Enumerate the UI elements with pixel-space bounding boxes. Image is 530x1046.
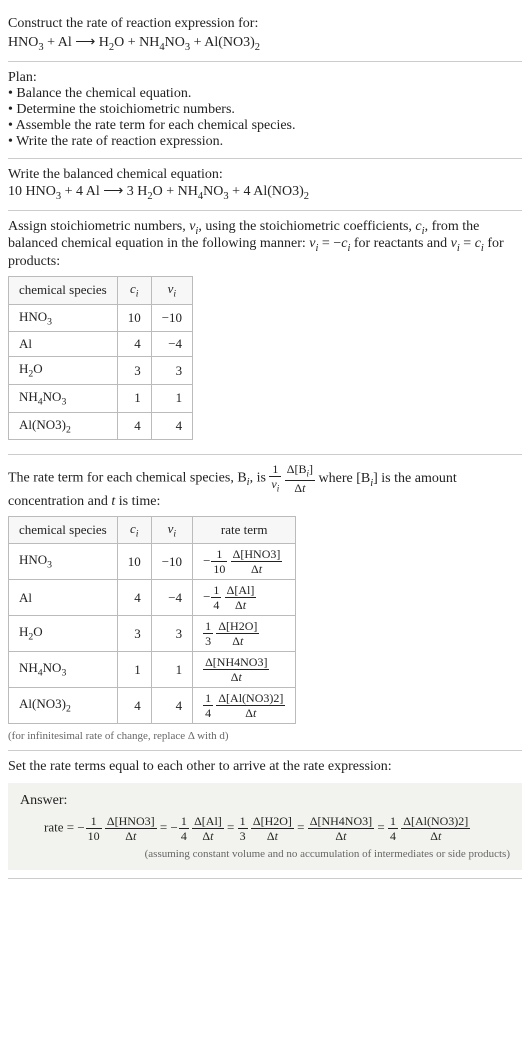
- cell-ci: 10: [117, 544, 151, 580]
- cell-vi: −10: [151, 544, 192, 580]
- stoich-body: HNO310−10Al4−4H2O33NH4NO311Al(NO3)244: [9, 304, 193, 439]
- balanced-heading: Write the balanced chemical equation:: [8, 167, 522, 183]
- dBi-dt-frac: Δ[Bi]Δt: [285, 463, 315, 493]
- cell-vi: −4: [151, 332, 192, 357]
- cell-ci: 3: [117, 357, 151, 385]
- cell-vi: 1: [151, 652, 192, 688]
- cell-ci: 1: [117, 384, 151, 412]
- answer-label: Answer:: [20, 793, 510, 809]
- table-row: HNO310−10−110 Δ[HNO3]Δt: [9, 544, 296, 580]
- cell-ci: 4: [117, 332, 151, 357]
- one-over-nu-frac: 1νi: [269, 463, 281, 493]
- cell-vi: 3: [151, 357, 192, 385]
- table-row: Al(NO3)24414 Δ[Al(NO3)2]Δt: [9, 688, 296, 724]
- plan-item: • Balance the chemical equation.: [8, 86, 522, 102]
- cell-species: H2O: [9, 616, 118, 652]
- cell-rateterm: 13 Δ[H2O]Δt: [193, 616, 296, 652]
- cell-vi: 1: [151, 384, 192, 412]
- cell-species: Al(NO3)2: [9, 688, 118, 724]
- cell-species: Al: [9, 580, 118, 616]
- balanced-section: Write the balanced chemical equation: 10…: [8, 159, 522, 211]
- cell-vi: 4: [151, 412, 192, 440]
- col-vi: νi: [151, 277, 192, 305]
- table-row: Al4−4: [9, 332, 193, 357]
- table-row: NH4NO311: [9, 384, 193, 412]
- col-rateterm: rate term: [193, 516, 296, 544]
- table-row: H2O33: [9, 357, 193, 385]
- table-row: NH4NO311Δ[NH4NO3]Δt: [9, 652, 296, 688]
- col-ci: ci: [117, 277, 151, 305]
- cell-ci: 10: [117, 304, 151, 332]
- table-row: Al4−4−14 Δ[Al]Δt: [9, 580, 296, 616]
- cell-species: NH4NO3: [9, 384, 118, 412]
- cell-species: HNO3: [9, 304, 118, 332]
- col-ci: ci: [117, 516, 151, 544]
- cell-rateterm: −14 Δ[Al]Δt: [193, 580, 296, 616]
- intro-equation: HNO3 + Al ⟶ H2O + NH4NO3 + Al(NO3)2: [8, 34, 522, 53]
- rateterm-intro-pre: The rate term for each chemical species,…: [8, 471, 247, 486]
- cell-rateterm: Δ[NH4NO3]Δt: [193, 652, 296, 688]
- stoich-table: chemical species ci νi HNO310−10Al4−4H2O…: [8, 276, 193, 440]
- plan-section: Plan: • Balance the chemical equation. •…: [8, 62, 522, 159]
- cell-species: Al: [9, 332, 118, 357]
- cell-vi: −10: [151, 304, 192, 332]
- cell-ci: 4: [117, 412, 151, 440]
- answer-box: Answer: rate = −110 Δ[HNO3]Δt = −14 Δ[Al…: [8, 783, 522, 870]
- rateterm-note: (for infinitesimal rate of change, repla…: [8, 730, 522, 742]
- col-vi: νi: [151, 516, 192, 544]
- table-header-row: chemical species ci νi rate term: [9, 516, 296, 544]
- rate-expression: rate = −110 Δ[HNO3]Δt = −14 Δ[Al]Δt = 13…: [20, 815, 510, 842]
- cell-species: NH4NO3: [9, 652, 118, 688]
- cell-species: Al(NO3)2: [9, 412, 118, 440]
- stoich-section: Assign stoichiometric numbers, νi, using…: [8, 211, 522, 456]
- rateterm-body: HNO310−10−110 Δ[HNO3]ΔtAl4−4−14 Δ[Al]ΔtH…: [9, 544, 296, 724]
- cell-vi: 3: [151, 616, 192, 652]
- table-row: H2O3313 Δ[H2O]Δt: [9, 616, 296, 652]
- cell-ci: 4: [117, 580, 151, 616]
- table-header-row: chemical species ci νi: [9, 277, 193, 305]
- plan-heading: Plan:: [8, 70, 522, 86]
- cell-species: HNO3: [9, 544, 118, 580]
- cell-vi: −4: [151, 580, 192, 616]
- cell-rateterm: 14 Δ[Al(NO3)2]Δt: [193, 688, 296, 724]
- intro-prompt: Construct the rate of reaction expressio…: [8, 16, 522, 32]
- rateterm-intro-mid: , is: [250, 471, 270, 486]
- assumption-note: (assuming constant volume and no accumul…: [20, 848, 510, 860]
- table-row: HNO310−10: [9, 304, 193, 332]
- plan-item: • Determine the stoichiometric numbers.: [8, 102, 522, 118]
- cell-species: H2O: [9, 357, 118, 385]
- cell-ci: 3: [117, 616, 151, 652]
- col-species: chemical species: [9, 516, 118, 544]
- stoich-intro: Assign stoichiometric numbers, νi, using…: [8, 219, 522, 271]
- cell-rateterm: −110 Δ[HNO3]Δt: [193, 544, 296, 580]
- table-row: Al(NO3)244: [9, 412, 193, 440]
- rateterm-section: The rate term for each chemical species,…: [8, 455, 522, 751]
- plan-item: • Assemble the rate term for each chemic…: [8, 118, 522, 134]
- cell-ci: 1: [117, 652, 151, 688]
- intro-section: Construct the rate of reaction expressio…: [8, 8, 522, 62]
- final-heading: Set the rate terms equal to each other t…: [8, 759, 522, 775]
- balanced-equation: 10 HNO3 + 4 Al ⟶ 3 H2O + NH4NO3 + 4 Al(N…: [8, 183, 522, 202]
- plan-item: • Write the rate of reaction expression.: [8, 134, 522, 150]
- rateterm-table: chemical species ci νi rate term HNO310−…: [8, 516, 296, 725]
- rateterm-intro: The rate term for each chemical species,…: [8, 463, 522, 509]
- cell-ci: 4: [117, 688, 151, 724]
- col-species: chemical species: [9, 277, 118, 305]
- cell-vi: 4: [151, 688, 192, 724]
- final-section: Set the rate terms equal to each other t…: [8, 751, 522, 879]
